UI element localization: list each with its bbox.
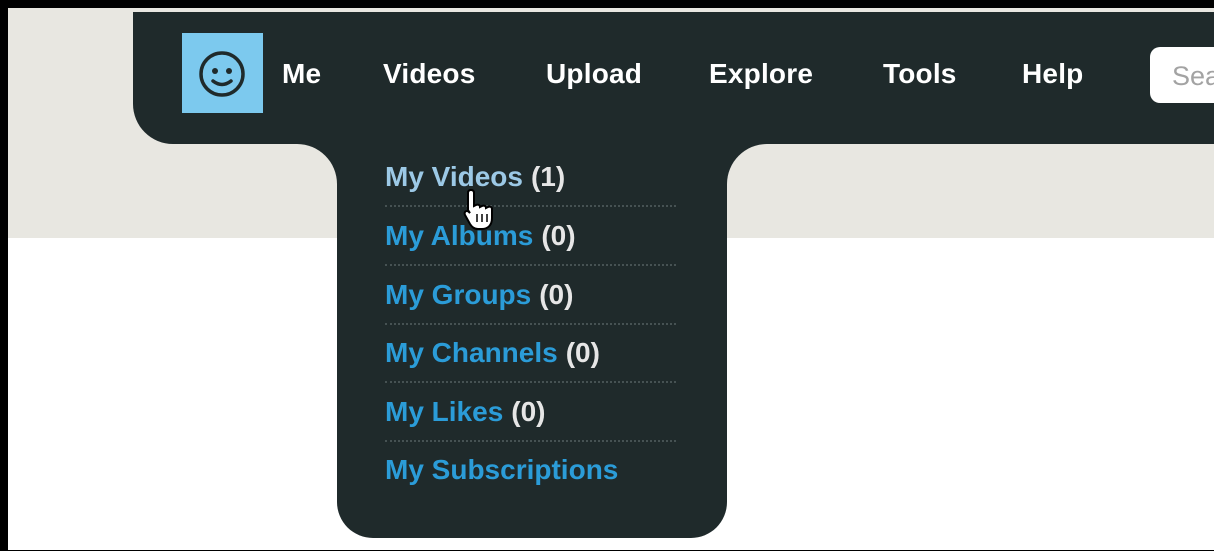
window-border-bottom: [0, 550, 1214, 556]
window-border: [0, 0, 1214, 556]
